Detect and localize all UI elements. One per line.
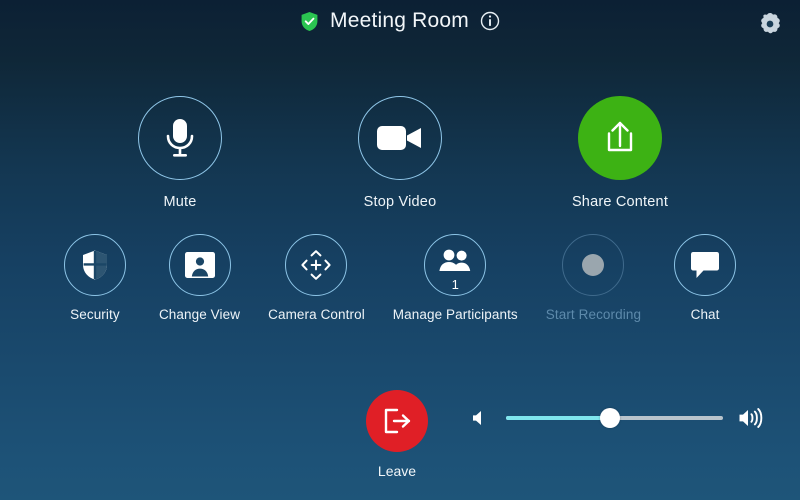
leave-button-label: Leave (377, 463, 417, 479)
control-slot: Security (59, 234, 131, 322)
control-slot: Camera Control (268, 234, 365, 322)
chat-button[interactable]: Chat (674, 234, 737, 322)
chat-bubble-icon (691, 252, 720, 278)
camera-control-button-circle (285, 234, 348, 296)
security-button-label: Security (70, 307, 120, 322)
change-view-button[interactable]: Change View (159, 234, 240, 322)
camera-control-button[interactable]: Camera Control (268, 234, 365, 322)
control-slot: Chat (669, 234, 741, 322)
secondary-controls-row: Security Change View Camera Control 1 Ma… (0, 234, 800, 322)
shield-icon (82, 250, 107, 280)
volume-low-icon[interactable] (470, 407, 492, 429)
volume-slider-thumb[interactable] (600, 408, 621, 428)
change-view-button-circle (168, 234, 231, 296)
chat-button-label: Chat (690, 307, 720, 322)
control-slot: Start Recording (546, 234, 641, 322)
participants-icon (439, 249, 471, 271)
settings-button[interactable] (756, 10, 784, 38)
manage-participants-button-circle: 1 (424, 234, 487, 296)
header-title-group: Meeting Room (0, 8, 800, 34)
stop-video-button[interactable]: Stop Video (358, 96, 442, 210)
mute-button-circle (138, 96, 222, 180)
participant-count-badge: 1 (451, 277, 459, 292)
gear-icon (761, 12, 780, 34)
bottom-bar: Leave (0, 390, 800, 490)
stop-video-button-label: Stop Video (363, 194, 437, 210)
control-slot: Change View (159, 234, 240, 322)
meeting-controller-screen: Meeting Room Mute Stop Video Share Conte… (0, 0, 800, 500)
leave-button[interactable]: Leave (366, 390, 428, 479)
camera-control-button-label: Camera Control (268, 307, 365, 322)
manage-participants-button[interactable]: 1 Manage Participants (393, 234, 518, 322)
control-slot: 1 Manage Participants (393, 234, 518, 322)
record-dot-icon (582, 254, 605, 276)
share-content-button-circle (577, 96, 662, 180)
video-camera-icon (377, 126, 421, 150)
control-slot: Share Content (567, 96, 673, 210)
share-content-button[interactable]: Share Content (572, 96, 668, 210)
stop-video-button-circle (358, 96, 442, 180)
start-recording-button-label: Start Recording (545, 307, 642, 322)
leave-button-circle (366, 390, 428, 452)
mute-button[interactable]: Mute (138, 96, 222, 210)
page-title: Meeting Room (330, 9, 469, 32)
exit-arrow-icon (384, 408, 411, 434)
volume-high-icon[interactable] (737, 406, 765, 430)
volume-control (470, 400, 765, 436)
person-card-icon (184, 252, 215, 278)
shield-check-icon (301, 11, 318, 31)
control-slot: Stop Video (347, 96, 453, 210)
start-recording-button-circle (562, 234, 625, 296)
microphone-icon (166, 119, 194, 157)
share-content-button-label: Share Content (571, 194, 669, 210)
security-button[interactable]: Security (63, 234, 126, 322)
chat-button-circle (674, 234, 737, 296)
manage-participants-button-label: Manage Participants (392, 307, 518, 322)
share-upload-icon (607, 121, 633, 152)
header-bar: Meeting Room (0, 0, 800, 46)
volume-slider[interactable] (506, 407, 723, 429)
primary-controls-row: Mute Stop Video Share Content (0, 96, 800, 210)
security-button-circle (63, 234, 126, 296)
control-slot: Mute (127, 96, 233, 210)
start-recording-button[interactable]: Start Recording (546, 234, 641, 322)
volume-slider-fill (506, 416, 611, 420)
camera-pan-tilt-icon (301, 250, 332, 280)
mute-button-label: Mute (163, 194, 197, 210)
change-view-button-label: Change View (158, 307, 241, 322)
info-icon[interactable] (480, 11, 500, 31)
